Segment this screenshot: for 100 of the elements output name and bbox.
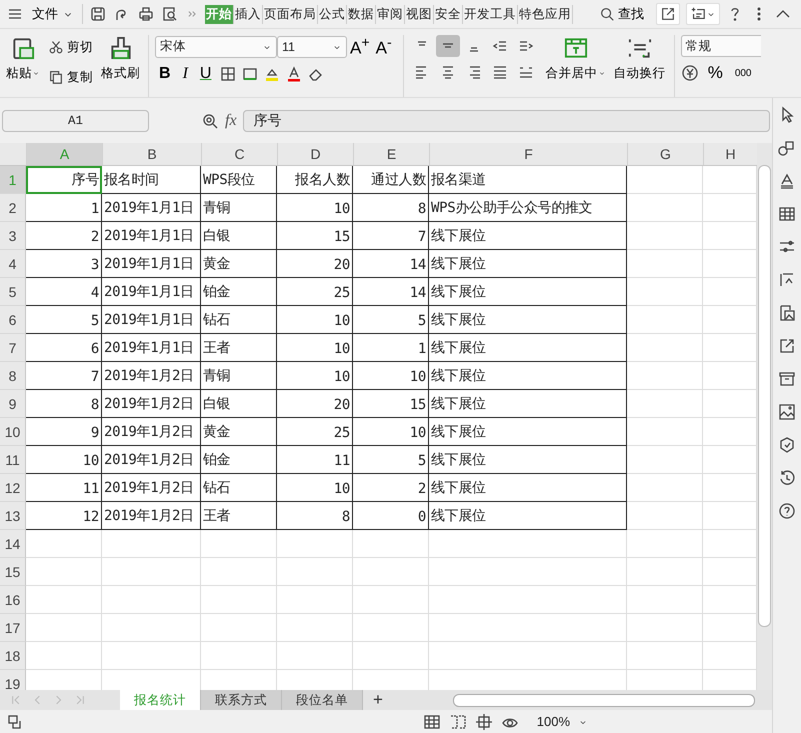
row-header[interactable]: 11 [0, 446, 26, 474]
shield-icon[interactable] [778, 436, 796, 454]
merge-center-button[interactable]: 合并居中 [546, 35, 606, 97]
share-button[interactable] [656, 3, 680, 25]
archive-icon[interactable] [778, 370, 796, 388]
table-icon[interactable] [778, 205, 796, 223]
page-break-icon[interactable] [448, 712, 467, 730]
table-cell: 10 [353, 362, 429, 390]
table-cell: 1 [353, 334, 429, 362]
currency-icon[interactable] [680, 64, 699, 82]
ribbon-tab[interactable]: 插入 [234, 4, 263, 24]
file-menu[interactable]: 文件 [30, 5, 76, 23]
column-header[interactable]: E [354, 143, 430, 165]
sheet-tab[interactable]: 报名统计 [120, 690, 201, 710]
note-button[interactable] [686, 3, 720, 25]
column-header[interactable]: G [628, 143, 704, 165]
page-layout-icon[interactable] [474, 712, 493, 730]
function-label[interactable]: fx [225, 112, 237, 130]
row-header[interactable]: 8 [0, 362, 26, 390]
zoom-level[interactable]: 100% [536, 714, 570, 729]
row-header[interactable]: 10 [0, 418, 26, 446]
row-header[interactable]: 9 [0, 390, 26, 418]
ribbon-tab[interactable]: 审阅 [376, 4, 405, 24]
column-header[interactable]: F [430, 143, 628, 165]
row-header[interactable]: 17 [0, 614, 26, 642]
transfer-icon[interactable] [778, 271, 796, 289]
image-icon[interactable] [778, 403, 796, 421]
font-name-field[interactable]: 宋体 [155, 36, 277, 58]
ribbon-tab[interactable]: 视图 [405, 4, 434, 24]
table-cell: 2019年1月1日 [102, 194, 201, 222]
font-size-button[interactable]: A$^{-}$ [372, 35, 395, 59]
row-header[interactable]: 7 [0, 334, 26, 362]
sheet-tab[interactable]: 联系方式 [201, 690, 282, 710]
column-header[interactable]: D [278, 143, 354, 165]
cell-reference-field[interactable]: A1 [2, 110, 149, 132]
row-header[interactable]: 2 [0, 194, 26, 222]
share-icon[interactable] [778, 337, 796, 355]
column-header[interactable]: B [103, 143, 202, 165]
ribbon-tab[interactable]: 页面布局 [263, 4, 318, 24]
border-icon[interactable] [219, 64, 238, 83]
font-size-field[interactable]: 11 [277, 36, 347, 58]
table-cell: 11 [277, 446, 353, 474]
normal-view-icon[interactable] [422, 712, 441, 730]
table-cell: 1 [26, 194, 102, 222]
table-cell: 线下展位 [429, 306, 627, 334]
row-header[interactable]: 5 [0, 278, 26, 306]
add-sheet-button[interactable]: + [363, 690, 393, 710]
print-icon[interactable] [137, 5, 155, 23]
row-header[interactable]: 16 [0, 586, 26, 614]
column-header[interactable]: C [202, 143, 278, 165]
table-cell: 9 [26, 418, 102, 446]
help-icon[interactable] [778, 502, 796, 520]
table-cell: 2019年1月2日 [102, 446, 201, 474]
font-style-button[interactable]: I [178, 64, 192, 83]
wrap-text-button[interactable]: 自动换行 [614, 35, 666, 97]
row-header[interactable]: 12 [0, 474, 26, 502]
ribbon-tab[interactable]: 数据 [347, 4, 376, 24]
vertical-scrollbar[interactable] [757, 143, 772, 690]
row-header[interactable]: 6 [0, 306, 26, 334]
table-cell: 2019年1月2日 [102, 418, 201, 446]
cut-button[interactable]: 剪切 [48, 35, 93, 59]
row-header[interactable]: 3 [0, 222, 26, 250]
row-header[interactable]: 14 [0, 530, 26, 558]
text-style-icon[interactable] [778, 172, 796, 190]
formula-field[interactable]: 序号 [242, 110, 770, 132]
sheet-tab[interactable]: 段位名单 [282, 690, 363, 710]
table-cell: 线下展位 [429, 362, 627, 390]
table-cell: 黄金 [201, 250, 277, 278]
table-cell: 白银 [201, 222, 277, 250]
copy-button[interactable]: 复制 [48, 65, 93, 89]
table-cell: 15 [277, 222, 353, 250]
ribbon-tab[interactable]: 安全 [434, 4, 463, 24]
row-header[interactable]: 19 [0, 670, 26, 690]
table-cell: 14 [353, 250, 429, 278]
font-style-button[interactable]: U [196, 64, 216, 83]
table-cell: 7 [353, 222, 429, 250]
table-cell: 黄金 [201, 418, 277, 446]
preview-icon[interactable] [161, 5, 179, 23]
row-header[interactable]: 18 [0, 642, 26, 670]
percent-button[interactable]: % [704, 63, 726, 83]
paste-button[interactable]: 粘贴 [6, 35, 40, 97]
font-size-button[interactable]: A$^{+}$ [347, 35, 373, 59]
search-icon [599, 6, 615, 22]
zoom-icon[interactable] [201, 112, 219, 130]
font-style-button[interactable]: B [155, 64, 175, 83]
picture-frame-icon[interactable] [778, 304, 796, 322]
ribbon-tab[interactable]: 特色应用 [518, 4, 573, 24]
row-header[interactable]: 13 [0, 502, 26, 530]
history-icon[interactable] [778, 469, 796, 487]
ribbon-tab[interactable]: 开发工具 [463, 4, 518, 24]
horizontal-scrollbar[interactable] [452, 694, 755, 706]
row-header[interactable]: 4 [0, 250, 26, 278]
number-format-field[interactable]: 常规 [680, 35, 761, 57]
format-painter-button[interactable]: 格式刷 [101, 35, 140, 97]
row-header[interactable]: 15 [0, 558, 26, 586]
shapes-icon[interactable] [778, 139, 796, 157]
ribbon-tab[interactable]: 公式 [318, 4, 347, 24]
save-icon[interactable] [89, 5, 107, 23]
find-button[interactable]: 查找 [593, 4, 650, 24]
thousands-button[interactable]: 000 [732, 68, 754, 78]
